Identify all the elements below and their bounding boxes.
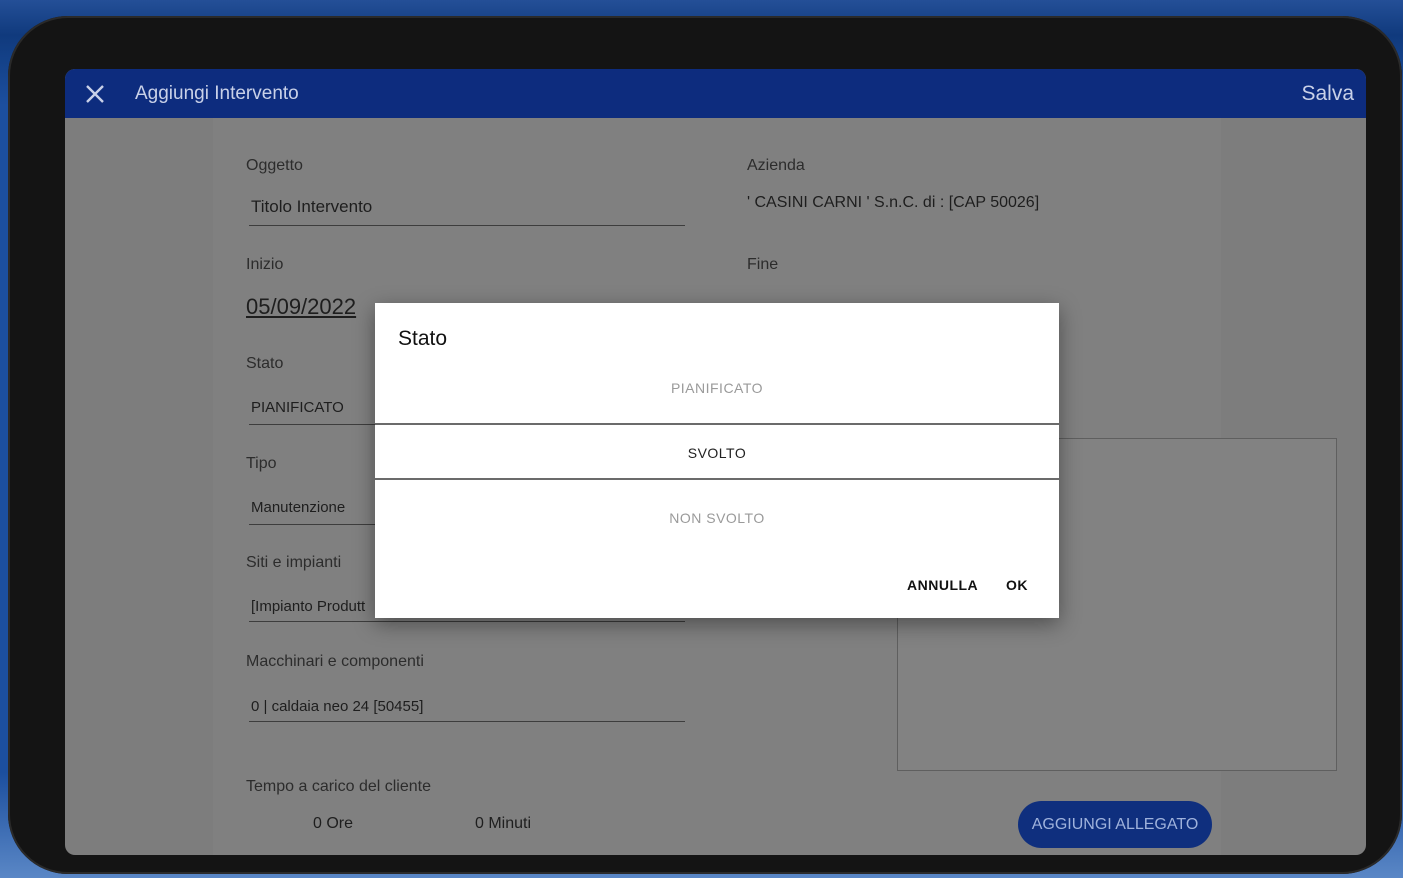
inizio-label: Inizio [246,256,284,273]
option-svolto[interactable]: SVOLTO [375,445,1059,461]
stato-label: Stato [246,355,284,372]
tablet-frame: Aggiungi Intervento Salva Oggetto Titolo… [8,16,1402,874]
ore-value: 0 Ore [313,815,354,832]
option-divider [375,478,1059,480]
siti-underline [249,621,685,622]
minuti-value: 0 Minuti [475,815,532,832]
siti-select[interactable]: [Impianto Produtt [251,598,365,615]
azienda-value[interactable]: ' CASINI CARNI ' S.n.C. di : [CAP 50026] [747,194,1039,212]
oggetto-label: Oggetto [246,157,303,174]
tipo-label: Tipo [246,455,277,472]
add-attachment-button[interactable]: AGGIUNGI ALLEGATO [1018,801,1212,848]
stato-select[interactable]: PIANIFICATO [251,399,344,416]
macchinari-label: Macchinari e componenti [246,653,424,670]
option-non-svolto[interactable]: NON SVOLTO [375,510,1059,526]
dialog-title: Stato [398,327,448,350]
page-title: Aggiungi Intervento [135,82,299,104]
option-pianificato[interactable]: PIANIFICATO [375,380,1059,396]
inizio-date[interactable]: 05/09/2022 [246,294,356,320]
tempo-label: Tempo a carico del cliente [246,778,431,795]
cancel-button[interactable]: ANNULLA [907,577,978,593]
close-icon[interactable] [65,69,125,118]
stato-dialog: Stato PIANIFICATO SVOLTO NON SVOLTO ANNU… [375,303,1059,618]
app-screen: Aggiungi Intervento Salva Oggetto Titolo… [65,69,1366,855]
app-bar: Aggiungi Intervento Salva [65,69,1366,118]
ok-button[interactable]: OK [1006,577,1028,593]
oggetto-underline [249,225,685,226]
macchinari-select[interactable]: 0 | caldaia neo 24 [50455] [251,698,423,715]
save-button[interactable]: Salva [1301,69,1354,118]
tipo-select[interactable]: Manutenzione [251,499,345,516]
fine-label: Fine [747,256,779,273]
macchinari-underline [249,721,685,722]
oggetto-input[interactable]: Titolo Intervento [251,197,372,217]
azienda-label: Azienda [747,157,805,174]
siti-label: Siti e impianti [246,554,342,571]
option-divider [375,423,1059,425]
